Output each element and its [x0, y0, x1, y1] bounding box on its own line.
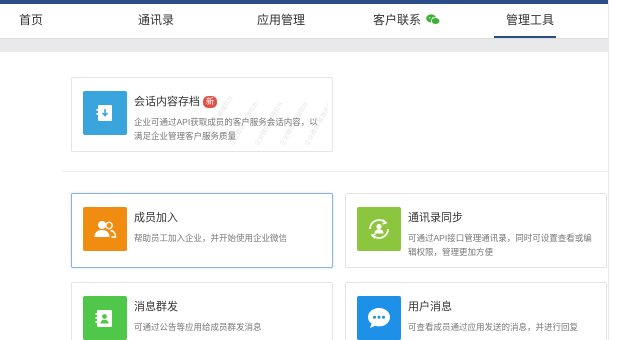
card-title: 会话内容存档新 — [134, 93, 217, 109]
tab-customer-contact[interactable]: 客户联系 — [373, 4, 441, 38]
wechat-icon — [426, 14, 441, 26]
card-member-join[interactable]: 成员加入 帮助员工加入企业，并开始使用企业微信 — [71, 193, 333, 268]
chat-bubble-icon — [368, 308, 390, 328]
top-nav: 首页 通讯录 应用管理 客户联系 管理工具 — [0, 4, 608, 39]
card-message-broadcast[interactable]: 消息群发 可通过公告等应用给成员群发消息 — [71, 282, 333, 340]
card-session-archive[interactable]: 企业微信 管理后台 企业微信 管理后台 企业微信 管理后台 企业微信 管理后台 … — [71, 77, 333, 152]
section-divider — [62, 171, 608, 172]
card-title: 消息群发 — [134, 301, 178, 313]
people-icon — [94, 221, 117, 238]
card-title: 成员加入 — [134, 212, 178, 224]
broadcast-icon-box — [83, 296, 127, 340]
tab-home[interactable]: 首页 — [19, 4, 43, 38]
contact-card-icon — [95, 310, 112, 327]
card-contacts-sync[interactable]: 通讯录同步 可通过API接口管理通讯录，同时可设置查看或编辑权限，管理更加方便 — [345, 193, 607, 268]
user-messages-icon-box — [357, 296, 401, 340]
card-description: 企业可通过API获取成员的客户服务会话内容，以满足企业管理客户服务质量 — [134, 117, 318, 141]
card-title: 用户消息 — [408, 301, 452, 313]
contacts-sync-icon-box — [357, 207, 401, 251]
archive-icon-box — [83, 91, 127, 135]
tab-admin-tools[interactable]: 管理工具 — [506, 4, 554, 38]
archive-download-icon — [96, 105, 112, 121]
tab-app-management[interactable]: 应用管理 — [257, 4, 305, 38]
card-user-messages[interactable]: 用户消息 可查看成员通过应用发送的消息，并进行回复 — [345, 282, 607, 340]
page-right-edge — [608, 0, 628, 340]
card-description: 可查看成员通过应用发送的消息，并进行回复 — [408, 322, 579, 332]
nav-shadow-bar — [0, 38, 608, 52]
tab-contacts[interactable]: 通讯录 — [138, 4, 174, 38]
tab-customer-contact-label: 客户联系 — [373, 13, 422, 27]
card-description: 可通过公告等应用给成员群发消息 — [134, 322, 262, 332]
card-description: 帮助员工加入企业，并开始使用企业微信 — [134, 233, 288, 243]
new-badge: 新 — [203, 96, 217, 108]
card-description: 可通过API接口管理通讯录，同时可设置查看或编辑权限，管理更加方便 — [408, 233, 592, 257]
sync-user-icon — [369, 219, 389, 239]
card-title: 通讯录同步 — [408, 212, 463, 224]
card-title-text: 会话内容存档 — [134, 96, 200, 108]
member-join-icon-box — [83, 207, 127, 251]
